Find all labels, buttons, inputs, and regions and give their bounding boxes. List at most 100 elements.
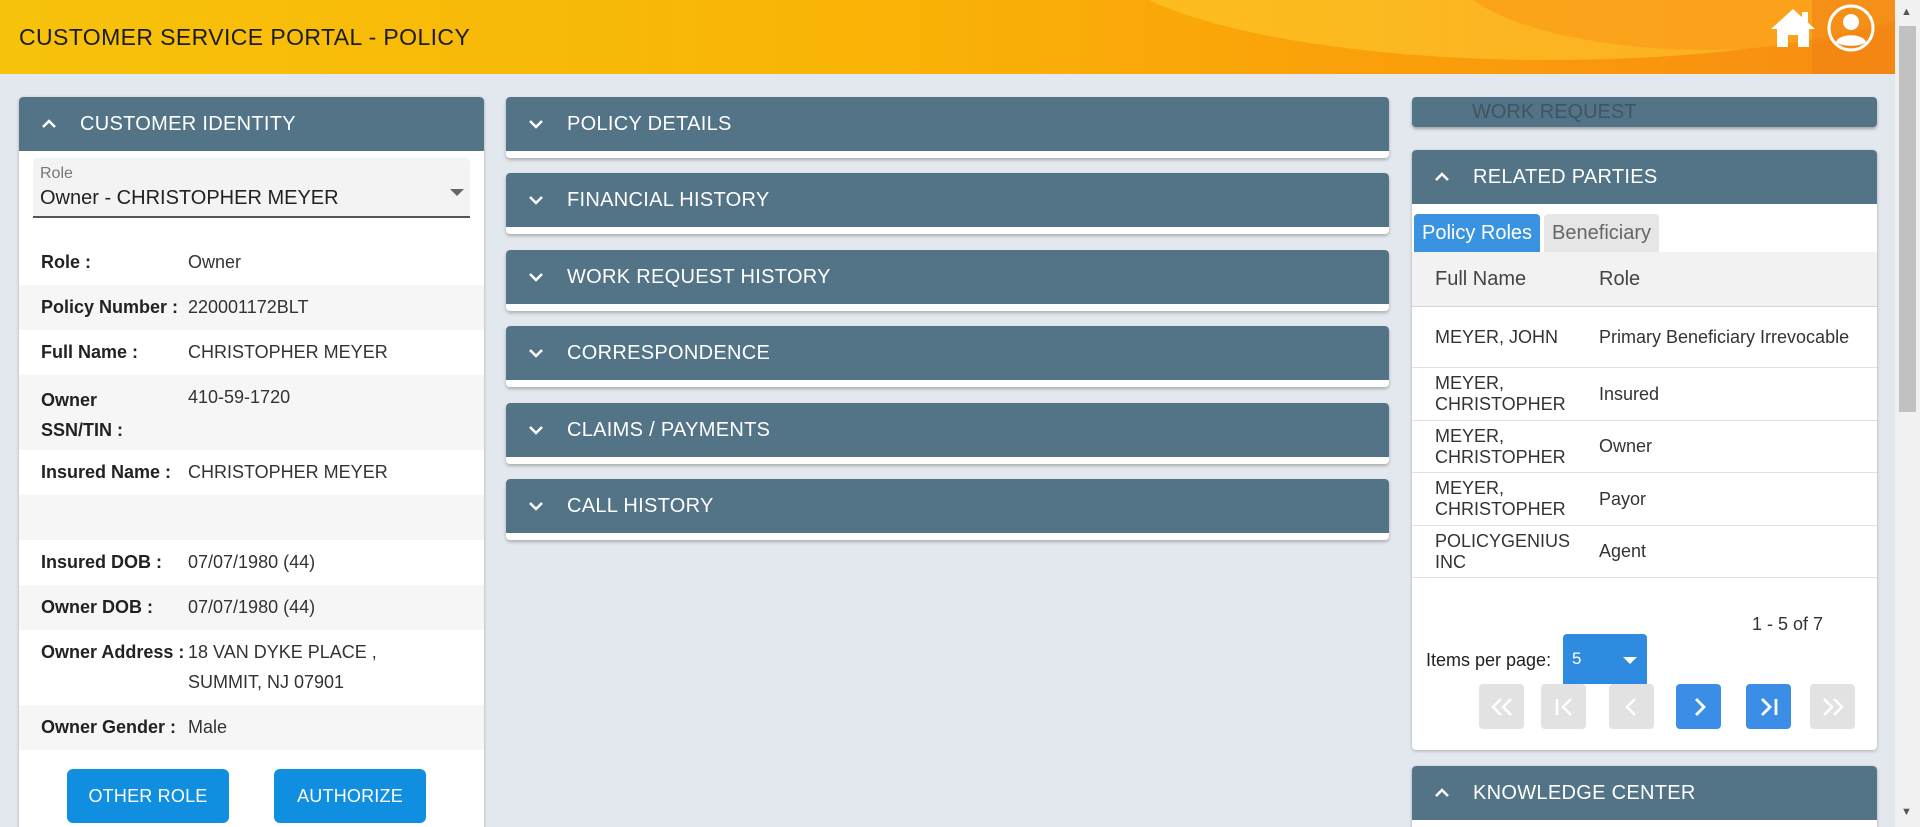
table-row: MEYER, CHRISTOPHER Owner	[1412, 421, 1877, 473]
info-row-owner-address: Owner Address : 18 VAN DYKE PLACE , SUMM…	[19, 630, 484, 705]
customer-info-list: Role : Owner Policy Number : 220001172BL…	[19, 240, 484, 750]
knowledge-center-panel: KNOWLEDGE CENTER	[1412, 766, 1877, 827]
info-row-policy-number: Policy Number : 220001172BLT	[19, 285, 484, 330]
accordion-header[interactable]: CORRESPONDENCE	[506, 326, 1389, 380]
app-header: CUSTOMER SERVICE PORTAL - POLICY	[0, 0, 1895, 74]
scroll-down-icon[interactable]: ▼	[1901, 806, 1912, 818]
scrollbar-thumb[interactable]	[1899, 26, 1916, 412]
info-value: CHRISTOPHER MEYER	[188, 342, 388, 362]
chevron-down-icon	[527, 191, 545, 209]
info-value: 18 VAN DYKE PLACE , SUMMIT, NJ 07901	[188, 642, 377, 692]
scroll-up-icon[interactable]: ▲	[1901, 6, 1912, 18]
accordion-correspondence[interactable]: CORRESPONDENCE	[506, 326, 1389, 387]
tab-beneficiary[interactable]: Beneficiary	[1544, 214, 1659, 252]
cell-full-name: MEYER, CHRISTOPHER	[1435, 478, 1566, 519]
accordion-work-request-history[interactable]: WORK REQUEST HISTORY	[506, 250, 1389, 311]
info-value: 220001172BLT	[188, 297, 309, 317]
accordion-claims-payments[interactable]: CLAIMS / PAYMENTS	[506, 403, 1389, 464]
role-select[interactable]: Role Owner - CHRISTOPHER MEYER	[33, 158, 470, 218]
knowledge-center-header[interactable]: KNOWLEDGE CENTER	[1412, 766, 1877, 820]
items-per-page-select[interactable]: 5	[1563, 634, 1647, 684]
info-label: Insured DOB :	[41, 552, 163, 572]
chevron-up-icon	[1433, 784, 1451, 802]
cell-role: Insured	[1599, 383, 1660, 404]
accordion-header[interactable]: CLAIMS / PAYMENTS	[506, 403, 1389, 457]
related-parties-tabs: Policy Roles Beneficiary	[1412, 204, 1877, 252]
other-role-button[interactable]: OTHER ROLE	[67, 769, 229, 823]
table-row: MEYER, CHRISTOPHER Payor	[1412, 473, 1877, 526]
page-title: CUSTOMER SERVICE PORTAL - POLICY	[19, 24, 471, 50]
info-value	[188, 505, 468, 530]
accordion-call-history[interactable]: CALL HISTORY	[506, 479, 1389, 540]
info-label: Owner Address :	[41, 642, 185, 662]
related-parties-panel: RELATED PARTIES Policy Roles Beneficiary…	[1412, 150, 1877, 750]
paginator-range: 1 - 5 of 7	[1752, 614, 1824, 634]
chevron-down-icon	[527, 497, 545, 515]
knowledge-center-title: KNOWLEDGE CENTER	[1473, 781, 1696, 804]
home-icon[interactable]	[1768, 6, 1818, 50]
customer-identity-header[interactable]: CUSTOMER IDENTITY	[19, 97, 484, 151]
accordion-policy-details[interactable]: POLICY DETAILS	[506, 97, 1389, 158]
info-row-owner-ssn: Owner SSN/TIN : 410-59-1720	[19, 375, 484, 450]
info-value: 07/07/1980 (44)	[188, 552, 316, 572]
info-label: Policy Number :	[41, 297, 179, 317]
cell-full-name: MEYER, JOHN	[1435, 326, 1559, 347]
accordion-header[interactable]: WORK REQUEST HISTORY	[506, 250, 1389, 304]
role-select-label: Role	[40, 165, 73, 182]
cell-role: Agent	[1599, 541, 1647, 561]
info-label: Role :	[41, 252, 92, 272]
column-header-full-name[interactable]: Full Name	[1412, 268, 1599, 291]
last-button[interactable]	[1746, 684, 1791, 729]
accordion-header[interactable]: POLICY DETAILS	[506, 97, 1389, 151]
caret-down-icon	[1623, 657, 1637, 664]
chevron-left-icon	[1624, 697, 1636, 716]
info-value: 410-59-1720	[188, 387, 291, 407]
info-label	[41, 505, 188, 530]
accordion-header[interactable]: FINANCIAL HISTORY	[506, 173, 1389, 227]
info-label: Owner Gender :	[41, 717, 177, 737]
last-icon	[1760, 697, 1777, 716]
info-row-insured-name: Insured Name : CHRISTOPHER MEYER	[19, 450, 484, 495]
cell-full-name: POLICYGENIUS INC	[1435, 530, 1571, 572]
accordion-title: POLICY DETAILS	[567, 112, 732, 135]
accordion-header[interactable]: CALL HISTORY	[506, 479, 1389, 533]
previous-button[interactable]	[1609, 684, 1654, 729]
first-page-button[interactable]	[1479, 684, 1524, 729]
last-page-button[interactable]	[1810, 684, 1855, 729]
double-chevron-left-icon	[1490, 697, 1512, 716]
info-value: CHRISTOPHER MEYER	[188, 462, 388, 482]
related-parties-header[interactable]: RELATED PARTIES	[1412, 150, 1877, 204]
cell-full-name: MEYER, CHRISTOPHER	[1435, 425, 1566, 467]
accordion-financial-history[interactable]: FINANCIAL HISTORY	[506, 173, 1389, 234]
info-value: Male	[188, 717, 228, 737]
chevron-down-icon	[527, 344, 545, 362]
tab-policy-roles[interactable]: Policy Roles	[1414, 214, 1541, 252]
accordion-title: CORRESPONDENCE	[567, 341, 771, 364]
info-label: Full Name :	[41, 342, 139, 362]
page-scrollbar[interactable]: ▲ ▼	[1895, 0, 1920, 827]
cell-role: Primary Beneficiary Irrevocable	[1599, 326, 1850, 347]
info-row-insured-dob: Insured DOB : 07/07/1980 (44)	[19, 540, 484, 585]
user-circle-icon[interactable]	[1826, 3, 1876, 53]
accordion-title: CLAIMS / PAYMENTS	[567, 418, 771, 441]
caret-down-icon	[450, 189, 464, 196]
chevron-down-icon	[527, 115, 545, 133]
chevron-up-icon	[40, 115, 58, 133]
info-value: Owner	[188, 252, 242, 272]
column-header-role[interactable]: Role	[1599, 268, 1640, 291]
table-row: MEYER, CHRISTOPHER Insured	[1412, 368, 1877, 421]
info-label: Owner DOB :	[41, 597, 154, 617]
chevron-right-icon	[1694, 697, 1706, 716]
next-button[interactable]	[1676, 684, 1721, 729]
accordion-title: WORK REQUEST HISTORY	[567, 265, 831, 288]
first-icon	[1555, 697, 1572, 716]
table-row: MEYER, JOHN Primary Beneficiary Irrevoca…	[1412, 307, 1877, 368]
first-button[interactable]	[1541, 684, 1586, 729]
work-request-header[interactable]: WORK REQUEST	[1412, 97, 1877, 127]
authorize-button[interactable]: AUTHORIZE	[274, 769, 426, 823]
table-header: Full Name Role	[1412, 252, 1877, 307]
chevron-down-icon	[527, 268, 545, 286]
cell-role: Owner	[1599, 436, 1653, 456]
table-row: POLICYGENIUS INC Agent	[1412, 526, 1877, 578]
work-request-title: WORK REQUEST	[1472, 101, 1637, 123]
